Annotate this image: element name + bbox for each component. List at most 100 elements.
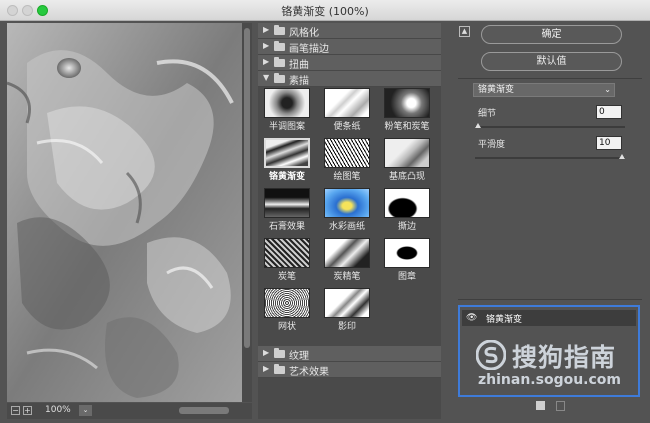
- filter-thumb-note-paper[interactable]: 便条纸: [320, 86, 380, 134]
- zoom-in-button[interactable]: +: [23, 406, 32, 415]
- smoothness-input[interactable]: 10: [596, 136, 622, 150]
- filter-preview-image: [324, 288, 370, 318]
- category-label: 扭曲: [289, 60, 309, 71]
- filter-preview-image: [264, 188, 310, 218]
- new-effect-layer-icon[interactable]: [536, 401, 545, 410]
- filter-label: 影印: [337, 322, 356, 332]
- expand-arrow-icon: ▶: [263, 57, 270, 66]
- filter-label: 炭精笔: [333, 272, 361, 282]
- filter-label: 铬黄渐变: [268, 172, 305, 182]
- filter-thumb-chalk-charcoal[interactable]: 粉笔和炭笔: [380, 86, 440, 134]
- filter-thumb-conte-crayon[interactable]: 炭精笔: [320, 236, 380, 284]
- folder-icon: [274, 41, 285, 51]
- folder-icon: [274, 364, 285, 374]
- detail-slider-knob[interactable]: [475, 123, 481, 128]
- effect-layer-name: 铬黄渐变: [486, 315, 523, 325]
- title-bar: 铬黄渐变 (100%): [0, 0, 650, 21]
- filter-preview-image: [264, 88, 310, 118]
- filter-preview-image: [384, 238, 430, 268]
- category-label: 纹理: [289, 351, 309, 362]
- filter-thumb-halftone[interactable]: 半调图案: [260, 86, 320, 134]
- filter-preview-image: [324, 188, 370, 218]
- collapse-gallery-button[interactable]: ▲: [459, 26, 470, 37]
- category-artistic[interactable]: ▶ 艺术效果: [258, 362, 441, 378]
- category-label: 风格化: [289, 28, 319, 39]
- detail-label: 细节: [478, 109, 497, 119]
- filter-label: 石膏效果: [268, 222, 305, 232]
- filter-preview-image: [324, 138, 370, 168]
- category-distort[interactable]: ▶ 扭曲: [258, 55, 441, 71]
- expand-arrow-icon: ▶: [263, 41, 270, 50]
- detail-input[interactable]: 0: [596, 105, 622, 119]
- category-brush-strokes[interactable]: ▶ 画笔描边: [258, 39, 441, 55]
- preview-zoom-bar: − + 100% ⌄: [7, 403, 252, 419]
- eye-icon[interactable]: 👁: [466, 313, 477, 323]
- sogou-logo-icon: [476, 340, 506, 370]
- category-label: 素描: [289, 76, 309, 87]
- filter-label: 基底凸现: [388, 172, 425, 182]
- filter-preview-image: [324, 238, 370, 268]
- category-texture[interactable]: ▶ 纹理: [258, 346, 441, 362]
- filter-preview-image: [324, 88, 370, 118]
- filter-label: 图章: [397, 272, 416, 282]
- folder-open-icon: [274, 73, 285, 83]
- default-button[interactable]: 默认值: [481, 52, 622, 71]
- filter-label: 便条纸: [333, 122, 361, 132]
- detail-slider[interactable]: [475, 123, 625, 128]
- filter-label: 网状: [277, 322, 296, 332]
- expand-arrow-icon: ▶: [263, 25, 270, 34]
- preview-vertical-scrollbar[interactable]: [242, 23, 252, 402]
- filter-preview-image: [264, 288, 310, 318]
- chevron-down-icon: ⌄: [604, 85, 611, 94]
- filter-label: 炭笔: [277, 272, 296, 282]
- watermark-text: 搜狗指南: [512, 343, 617, 372]
- filter-thumb-bas-relief[interactable]: 基底凸现: [380, 136, 440, 184]
- filter-preview-image: [384, 88, 430, 118]
- filter-thumb-graphic-pen[interactable]: 绘图笔: [320, 136, 380, 184]
- vertical-scroll-thumb[interactable]: [244, 28, 250, 348]
- window-title: 铬黄渐变 (100%): [281, 5, 369, 18]
- ok-button[interactable]: 确定: [481, 25, 622, 44]
- filter-thumb-photocopy[interactable]: 影印: [320, 286, 380, 334]
- smoothness-slider-knob[interactable]: [619, 154, 625, 159]
- filter-thumb-water-paper[interactable]: 水彩画纸: [320, 186, 380, 234]
- filter-preview-image: [384, 188, 430, 218]
- filter-thumb-stamp[interactable]: 图章: [380, 236, 440, 284]
- smoothness-label: 平滑度: [478, 140, 506, 150]
- zoom-level: 100%: [45, 405, 71, 415]
- filter-label: 绘图笔: [333, 172, 361, 182]
- zoom-dropdown[interactable]: ⌄: [79, 405, 92, 416]
- chrome-preview-image: [7, 23, 242, 402]
- category-stylize[interactable]: ▶ 风格化: [258, 23, 441, 39]
- trash-icon[interactable]: [556, 401, 565, 411]
- smoothness-slider[interactable]: [475, 154, 625, 159]
- filter-thumb-charcoal[interactable]: 炭笔: [260, 236, 320, 284]
- filter-label: 撕边: [397, 222, 416, 232]
- expand-arrow-icon: ▶: [263, 348, 270, 357]
- folder-icon: [274, 57, 285, 67]
- horizontal-scroll-thumb[interactable]: [179, 407, 229, 414]
- filter-preview-image: [384, 138, 430, 168]
- filter-thumb-chrome[interactable]: 铬黄渐变: [260, 136, 320, 184]
- zoom-out-button[interactable]: −: [11, 406, 20, 415]
- filter-thumb-torn-edges[interactable]: 撕边: [380, 186, 440, 234]
- category-label: 画笔描边: [289, 44, 329, 55]
- watermark-url: zhinan.sogou.com: [478, 372, 621, 388]
- filter-thumb-plaster[interactable]: 石膏效果: [260, 186, 320, 234]
- filter-preview-image: [264, 138, 310, 168]
- filter-gallery: ▶ 风格化 ▶ 画笔描边 ▶ 扭曲 ▼ 素描 半调图案 便条纸 粉笔和炭笔 铬黄…: [258, 23, 441, 419]
- folder-icon: [274, 348, 285, 358]
- filter-thumb-reticulation[interactable]: 网状: [260, 286, 320, 334]
- collapse-arrow-icon: ▼: [263, 73, 270, 82]
- effect-layer-row[interactable]: 👁 铬黄渐变: [462, 310, 636, 326]
- filter-label: 半调图案: [268, 122, 305, 132]
- filter-preview-image: [264, 238, 310, 268]
- expand-arrow-icon: ▶: [263, 364, 270, 373]
- filter-select-value: 铬黄渐变: [478, 85, 515, 95]
- filter-label: 水彩画纸: [328, 222, 365, 232]
- filter-select[interactable]: 铬黄渐变 ⌄: [473, 83, 615, 97]
- category-label: 艺术效果: [289, 367, 329, 378]
- preview-canvas[interactable]: [7, 23, 242, 402]
- category-sketch[interactable]: ▼ 素描: [258, 71, 441, 87]
- folder-icon: [274, 25, 285, 35]
